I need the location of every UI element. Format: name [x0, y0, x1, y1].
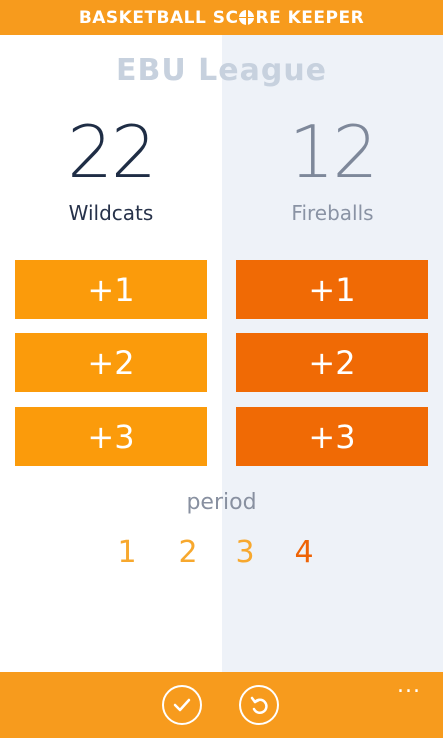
home-score: 22 [67, 110, 157, 194]
period-label: period [186, 490, 257, 515]
app-title: BASKETBALL SC RE KEEPER [79, 8, 364, 28]
period-option-1[interactable]: 1 [112, 532, 142, 574]
app-title-part1: BASKETBALL SC [78, 7, 239, 28]
away-plus1-button[interactable]: +1 [236, 260, 428, 319]
home-plus2-button[interactable]: +2 [15, 333, 207, 392]
app-title-part2: RE KEEPER [255, 7, 365, 28]
home-team: 22 Wildcats [0, 108, 222, 226]
period-option-2[interactable]: 2 [173, 532, 203, 574]
home-plus3-button[interactable]: +3 [15, 407, 207, 466]
more-options-button[interactable]: ... [397, 675, 421, 697]
app-header: BASKETBALL SC RE KEEPER [0, 0, 443, 35]
league-name: EBU League [115, 53, 328, 88]
home-team-name[interactable]: Wildcats [0, 200, 222, 226]
basketball-icon [239, 9, 255, 25]
away-team-name[interactable]: Fireballs [222, 200, 443, 226]
home-plus1-button[interactable]: +1 [15, 260, 207, 319]
period-selector: 1 2 3 4 [0, 532, 443, 574]
check-icon [173, 698, 191, 712]
period-option-4[interactable]: 4 [289, 532, 319, 574]
app-bar: ... [0, 672, 443, 738]
away-score: 12 [288, 110, 379, 194]
confirm-button[interactable] [162, 685, 202, 725]
away-plus3-button[interactable]: +3 [236, 407, 428, 466]
undo-button[interactable] [239, 685, 279, 725]
undo-icon [250, 696, 268, 714]
away-plus2-button[interactable]: +2 [236, 333, 428, 392]
away-team: 12 Fireballs [222, 108, 443, 226]
period-option-3[interactable]: 3 [230, 532, 260, 574]
